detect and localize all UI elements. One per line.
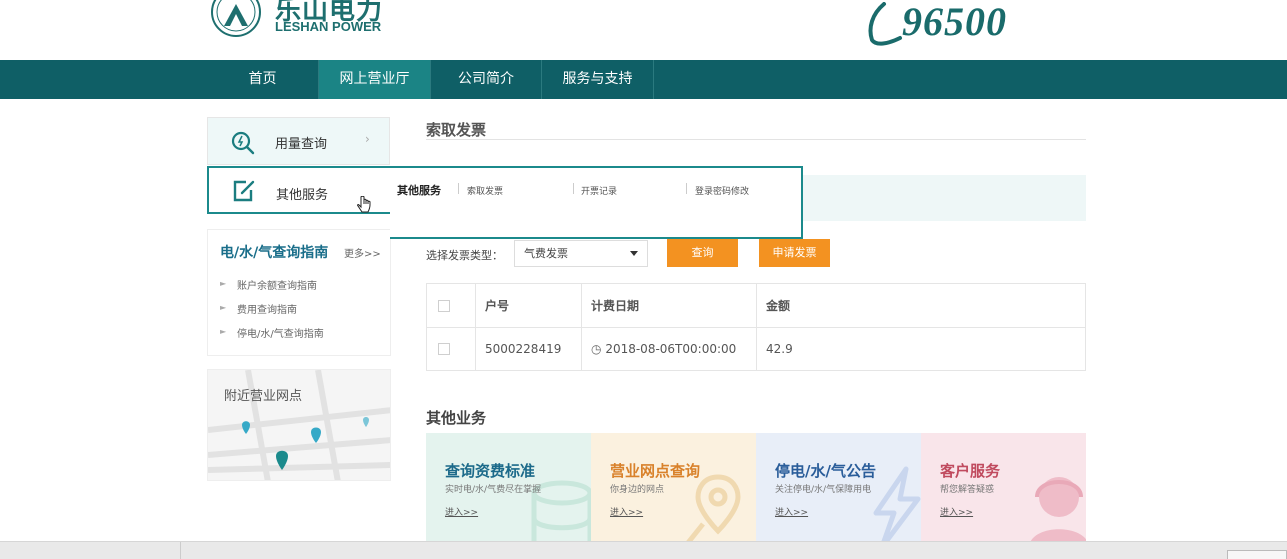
table-row[interactable]: 5000228419 ◷ 2018-08-06T00:00:00 42.9 (426, 326, 1086, 371)
hotline-number: 96500 (902, 0, 1007, 44)
invoice-type-label: 选择发票类型： (426, 249, 503, 262)
page-title: 索取发票 (426, 121, 487, 139)
sidebar-item-usage-query[interactable]: 用量查询 › (207, 117, 390, 165)
card-subtitle: 你身边的网点 (610, 485, 665, 495)
card-outage-notice[interactable]: 停电/水/气公告 关注停电/水/气保障用电 进入>> (756, 433, 921, 545)
caret-down-icon (630, 251, 638, 256)
card-enter-link[interactable]: 进入>> (775, 505, 808, 518)
header-checkbox-cell (426, 283, 476, 328)
row-checkbox-cell (426, 326, 476, 371)
nav-support[interactable]: 服务与支持 (542, 60, 654, 99)
column-header-date: 计费日期 (581, 283, 757, 328)
edit-icon (233, 180, 255, 202)
sidebar-item-label: 用量查询 (275, 137, 328, 152)
title-divider (426, 139, 1086, 140)
apply-invoice-button[interactable]: 申请发票 (759, 239, 830, 267)
card-subtitle: 关注停电/水/气保障用电 (775, 485, 872, 495)
card-enter-link[interactable]: 进入>> (445, 505, 478, 518)
row-checkbox[interactable] (438, 343, 450, 356)
hand-cursor-icon (357, 196, 371, 213)
sidebar-item-label: 其他服务 (276, 188, 329, 203)
magnifier-icon (231, 131, 255, 155)
column-header-account: 户号 (475, 283, 582, 328)
table-header-row: 户号 计费日期 金额 (426, 283, 1086, 328)
guide-more-link[interactable]: 更多>> (344, 245, 381, 260)
card-subtitle: 实时电/水/气费尽在掌握 (445, 485, 542, 495)
card-tariff-query[interactable]: 查询资费标准 实时电/水/气费尽在掌握 进入>> (426, 433, 591, 545)
card-enter-link[interactable]: 进入>> (610, 505, 643, 518)
divider (180, 542, 181, 559)
browser-status-bar (0, 541, 1287, 559)
guide-link-balance[interactable]: 账户余额查询指南 (237, 277, 317, 292)
card-enter-link[interactable]: 进入>> (940, 505, 973, 518)
cell-amount: 42.9 (756, 326, 1086, 371)
invoice-type-select[interactable]: 气费发票 (514, 240, 648, 267)
divider (686, 183, 687, 194)
divider (573, 183, 574, 194)
chevron-right-icon: › (365, 132, 370, 146)
nav-home[interactable]: 首页 (207, 60, 319, 99)
status-button[interactable] (1227, 550, 1287, 559)
card-title: 客户服务 (940, 462, 1001, 480)
card-subtitle: 帮您解答疑惑 (940, 485, 995, 495)
logo-text-en: LESHAN POWER (275, 19, 382, 34)
bullet-icon: ► (220, 327, 227, 336)
hotline-swoosh-icon (868, 2, 902, 46)
divider (458, 183, 459, 194)
card-outlet-query[interactable]: 营业网点查询 你身边的网点 进入>> (591, 433, 756, 545)
flyout-link-request-invoice[interactable]: 索取发票 (467, 184, 503, 197)
invoice-table: 户号 计费日期 金额 5000228419 ◷ 2018-08-06T00:00… (426, 283, 1086, 371)
headset-person-icon (1029, 477, 1086, 545)
bullet-icon: ► (220, 303, 227, 312)
sidebar-item-other-services[interactable]: 其他服务 (207, 166, 392, 214)
main-nav: 首页 网上营业厅 公司简介 服务与支持 (0, 60, 1287, 99)
flyout-link-invoice-records[interactable]: 开票记录 (581, 184, 617, 197)
card-title: 停电/水/气公告 (775, 462, 876, 480)
guide-link-outage[interactable]: 停电/水/气查询指南 (237, 325, 324, 340)
nav-about[interactable]: 公司简介 (431, 60, 542, 99)
flyout-link-change-password[interactable]: 登录密码修改 (695, 184, 749, 197)
cell-date: ◷ 2018-08-06T00:00:00 (581, 326, 757, 371)
nav-online-hall[interactable]: 网上营业厅 (319, 60, 431, 99)
guide-link-fees[interactable]: 费用查询指南 (237, 301, 297, 316)
logo-icon (211, 0, 261, 37)
clock-icon: ◷ (591, 341, 602, 356)
other-services-flyout (390, 166, 803, 239)
header: 乐山电力 LESHAN POWER 96500 (0, 0, 1287, 60)
cell-account: 5000228419 (475, 326, 582, 371)
cell-date-value: 2018-08-06T00:00:00 (605, 341, 737, 356)
flyout-title: 其他服务 (397, 184, 441, 197)
column-header-amount: 金额 (756, 283, 1086, 328)
nearby-outlets-title: 附近营业网点 (224, 389, 303, 404)
card-title: 查询资费标准 (445, 462, 536, 480)
select-all-checkbox[interactable] (438, 299, 450, 312)
bullet-icon: ► (220, 279, 227, 288)
card-title: 营业网点查询 (610, 462, 701, 480)
guide-title: 电/水/气查询指南 (220, 245, 329, 261)
card-customer-service[interactable]: 客户服务 帮您解答疑惑 进入>> (921, 433, 1086, 545)
page: 乐山电力 LESHAN POWER 96500 首页 网上营业厅 公司简介 服务… (0, 0, 1287, 559)
other-business-title: 其他业务 (426, 409, 487, 427)
query-button[interactable]: 查询 (667, 239, 738, 267)
